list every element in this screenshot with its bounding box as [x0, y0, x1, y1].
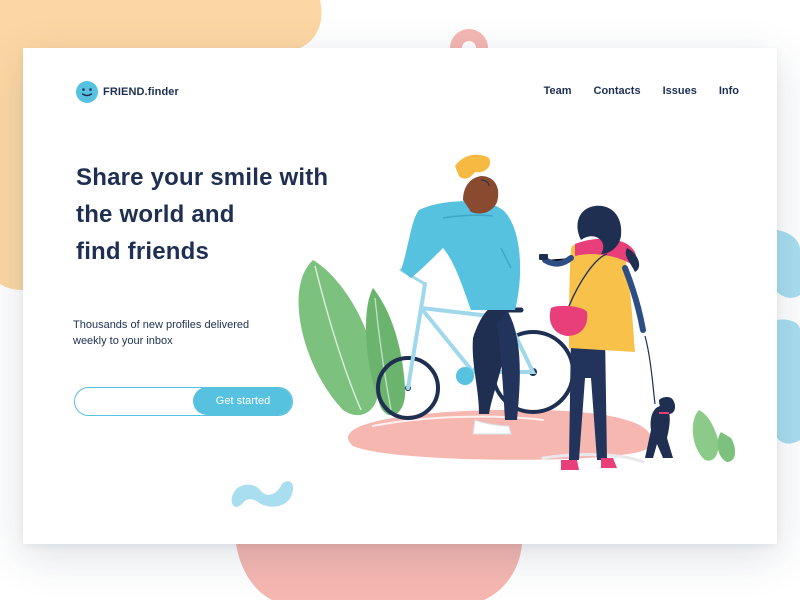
sky-squiggle: [231, 481, 294, 507]
page: FRIEND.finder Team Contacts Issues Info …: [0, 0, 800, 600]
foreground-shapes: [231, 481, 294, 507]
